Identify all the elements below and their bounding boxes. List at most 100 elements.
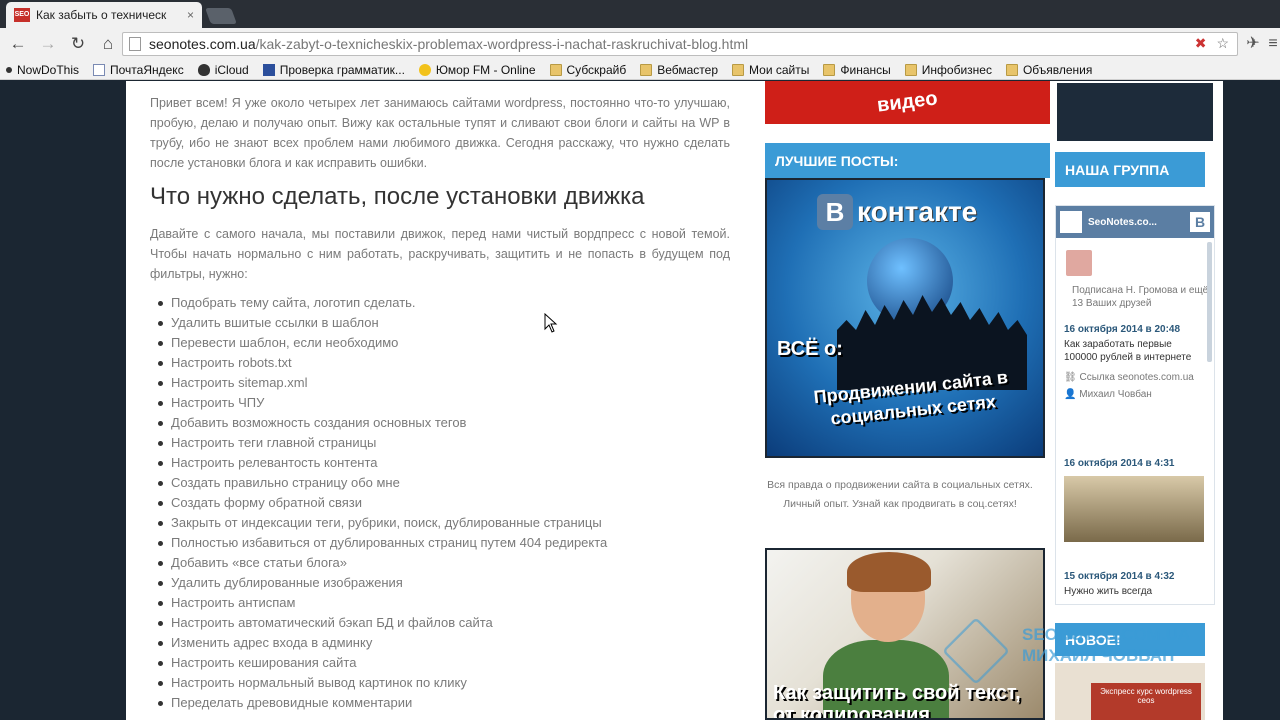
back-button[interactable]: ← (6, 32, 30, 56)
screen: SEO Как забыть о техническ × ← → ↻ ⌂ seo… (0, 0, 1280, 720)
dot-icon (6, 66, 12, 73)
list-item: Настроить sitemap.xml (158, 373, 730, 393)
yellow-icon (418, 63, 431, 76)
folder-icon (732, 63, 745, 76)
list-item: Полностью избавиться от дублированных ст… (158, 533, 730, 553)
list-item: Изменить адрес входа в админку (158, 633, 730, 653)
list-item: Настроить автоматический бэкап БД и файл… (158, 613, 730, 633)
address-bar[interactable]: seonotes.com.ua/kak-zabyt-o-texnicheskix… (122, 32, 1238, 56)
url-path: /kak-zabyt-o-texnicheskix-problemax-word… (255, 36, 749, 52)
bookmark-item[interactable]: Инфобизнес (904, 62, 992, 77)
url-host: seonotes.com.ua (149, 36, 256, 52)
vk-post-1: 16 октября 2014 в 20:48 Как заработать п… (1064, 323, 1204, 403)
watermark: SEONOTES.COM.UA МИХАИЛ ЧОВБАН (942, 617, 1226, 685)
list-item: Настроить ЧПУ (158, 393, 730, 413)
bookmark-label: Мои сайты (749, 62, 810, 77)
bookmark-item[interactable]: NowDoThis (6, 63, 79, 77)
vk-widget-name: SeoNotes.co... (1088, 216, 1157, 228)
list-item: Добавить возможность создания основных т… (158, 413, 730, 433)
bookmark-item[interactable]: Финансы (823, 62, 891, 77)
list-item: Настроить robots.txt (158, 353, 730, 373)
article: Привет всем! Я уже около четырех лет зан… (150, 81, 730, 713)
bookmark-item[interactable]: Объявления (1005, 62, 1093, 77)
video-banner[interactable]: видео (765, 81, 1050, 124)
bookmark-label: Проверка грамматик... (279, 62, 405, 77)
menu-icon[interactable]: ≡ (1262, 28, 1280, 60)
list-item: Настроить антиспам (158, 593, 730, 613)
site-favicon-icon: SEO (14, 8, 30, 22)
bookmark-label: Объявления (1022, 62, 1093, 77)
friend-avatar[interactable] (1066, 250, 1092, 276)
our-group-title: НАША ГРУППА (1055, 152, 1205, 187)
bookmark-star-icon[interactable]: ☆ (1216, 35, 1229, 52)
bookmark-item[interactable]: Вебмастер (640, 63, 718, 77)
bookmark-label: Субскрайб (566, 62, 627, 77)
vk-post-1-link[interactable]: ⛓ Ссылка seonotes.com.ua (1064, 369, 1204, 386)
vk-banner-caption: Вся правда о продвижении сайта в социаль… (767, 479, 1033, 510)
vk-post-2-date[interactable]: 16 октября 2014 в 4:31 (1064, 457, 1204, 470)
vk-promo-banner[interactable]: B контакте ВСЁ о: Продвижении сайта в со… (765, 178, 1045, 458)
list-item: Настроить кеширования сайта (158, 653, 730, 673)
tab-active[interactable]: SEO Как забыть о техническ × (6, 2, 202, 28)
tab-close-icon[interactable]: × (187, 8, 194, 22)
vk-b-icon: B (817, 194, 853, 230)
page-icon (129, 37, 141, 51)
bookmark-label: Финансы (840, 62, 891, 77)
best-posts-title: ЛУЧШИЕ ПОСТЫ: (765, 143, 1050, 178)
dark-ad-banner[interactable] (1055, 81, 1215, 143)
vk-banner-text1: ВСЁ о: (777, 338, 843, 360)
list-item: Переделать древовидные комментарии (158, 693, 730, 713)
mouse-cursor-icon (544, 313, 558, 333)
vk-post-2-image[interactable] (1064, 476, 1204, 542)
vk-word: контакте (857, 196, 978, 227)
list-item: Перевести шаблон, если необходимо (158, 333, 730, 353)
vk-post-3-date[interactable]: 15 октября 2014 в 4:32 (1064, 570, 1204, 583)
vk-widget-scrollbar[interactable] (1207, 242, 1212, 362)
kid-hair (847, 552, 931, 592)
folder-icon (1005, 63, 1018, 76)
vk-widget-b-icon: B (1190, 212, 1210, 232)
home-button[interactable]: ⌂ (96, 32, 120, 56)
page-viewport: Привет всем! Я уже около четырех лет зан… (0, 81, 1280, 720)
vk-post-3: 15 октября 2014 в 4:32 Нужно жить всегда (1064, 570, 1204, 598)
list-item: Удалить вшитые ссылки в шаблон (158, 313, 730, 333)
forward-button[interactable]: → (36, 32, 60, 56)
vk-post-1-link-text: Ссылка seonotes.com.ua (1079, 372, 1194, 383)
blue-icon (262, 63, 275, 76)
list-item: Закрыть от индексации теги, рубрики, пои… (158, 513, 730, 533)
new-tab-button[interactable] (205, 8, 237, 24)
bookmark-item[interactable]: Мои сайты (732, 63, 809, 77)
user-icon: 👤 (1064, 389, 1080, 400)
article-intro: Привет всем! Я уже около четырех лет зан… (150, 96, 730, 170)
bookmark-item[interactable]: iCloud (197, 63, 249, 77)
bookmark-label: Юмор FM - Online (435, 62, 536, 77)
vk-widget-header[interactable]: SeoNotes.co... B (1056, 206, 1214, 238)
list-item: Настроить релевантость контента (158, 453, 730, 473)
copy-protect-text: Как защитить свой текст, от копирования (773, 682, 1021, 720)
list-item: Подобрать тему сайта, логотип сделать. (158, 293, 730, 313)
watermark-line1: SEONOTES.COM.UA (1022, 625, 1191, 644)
extension-icon[interactable]: ✈ (1242, 28, 1264, 60)
bookmark-item[interactable]: ПочтаЯндекс (93, 63, 184, 77)
folder-icon (823, 63, 836, 76)
bookmarks-bar: NowDoThis ПочтаЯндекс iCloud Проверка грамм… (0, 60, 1280, 80)
vk-post-1-date[interactable]: 16 октября 2014 в 20:48 (1064, 323, 1204, 336)
list-item: Настроить теги главной страницы (158, 433, 730, 453)
bookmark-label: Инфобизнес (921, 62, 992, 77)
list-item: Настроить нормальный вывод картинок по к… (158, 673, 730, 693)
bookmark-item[interactable]: Юмор FM - Online (418, 62, 536, 77)
bookmark-item[interactable]: Проверка грамматик... (262, 62, 405, 77)
tab-title: Как забыть о техническ (36, 8, 167, 22)
video-banner-label: видео (876, 87, 939, 117)
reload-button[interactable]: ↻ (66, 32, 90, 56)
bookmark-item[interactable]: Субскрайб (549, 62, 627, 77)
blocked-icon[interactable]: ✖ (1195, 35, 1207, 52)
vk-post-1-text: Как заработать первые 100000 рублей в ин… (1064, 339, 1192, 363)
new-book-cover: Экспресс курс wordpress сеos (1091, 683, 1201, 720)
list-item: Создать форму обратной связи (158, 493, 730, 513)
page-content: Привет всем! Я уже около четырех лет зан… (126, 81, 1223, 720)
vk-post-1-author[interactable]: 👤 Михаил Човбан (1064, 386, 1204, 403)
vk-group-widget: SeoNotes.co... B Подписана Н. Громова и … (1055, 205, 1215, 605)
bookmark-label: ПочтаЯндекс (110, 62, 184, 77)
article-heading: Что нужно сделать, после установки движк… (150, 183, 645, 210)
